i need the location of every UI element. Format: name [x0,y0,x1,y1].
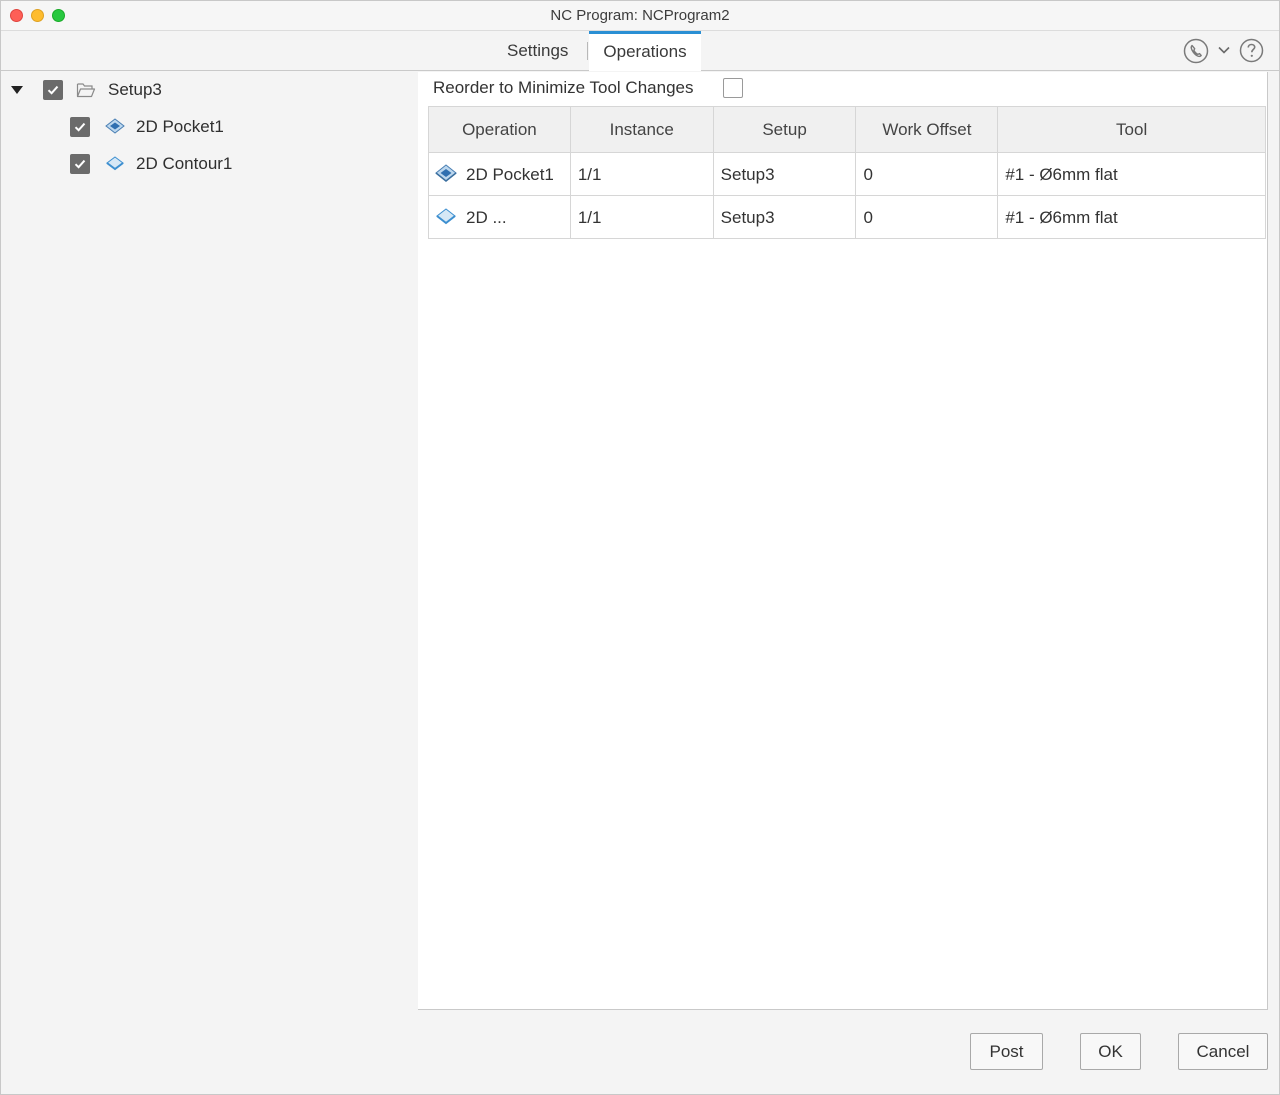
contour-icon [106,156,124,171]
work-offset-cell[interactable]: 0 [856,196,999,239]
instance-cell[interactable]: 1/1 [570,153,714,196]
column-header-work-offset[interactable]: Work Offset [856,107,999,153]
tool-cell[interactable]: #1 - Ø6mm flat [998,153,1266,196]
caret-down-icon[interactable] [10,83,24,97]
tool-cell[interactable]: #1 - Ø6mm flat [998,196,1266,239]
reorder-label: Reorder to Minimize Tool Changes [433,78,694,97]
checkmark-icon [74,122,86,132]
checkmark-icon [47,85,59,95]
help-icon[interactable] [1239,38,1264,63]
reorder-checkbox[interactable] [723,78,743,98]
column-header-tool[interactable]: Tool [998,107,1266,153]
post-button[interactable]: Post [970,1033,1043,1070]
tree-item-label: 2D Pocket1 [136,117,224,136]
instance-cell[interactable]: 1/1 [570,196,714,239]
operation-cell[interactable]: 2D ... [429,196,571,239]
tab-divider [587,42,588,60]
tree-item-2d-pocket1[interactable]: 2D Pocket1 [70,112,224,142]
table-row[interactable]: 2D Pocket1 1/1 Setup3 0 #1 - Ø6mm flat [429,153,1266,196]
pocket1-checkbox[interactable] [70,117,90,137]
tree-item-2d-contour1[interactable]: 2D Contour1 [70,149,232,179]
contour1-checkbox[interactable] [70,154,90,174]
title-bar: NC Program: NCProgram2 [1,1,1279,31]
phone-icon[interactable] [1183,38,1209,64]
pocket-icon [435,164,457,182]
tree-item-setup3[interactable]: Setup3 [10,75,162,105]
operation-name: 2D ... [466,207,507,227]
setup-cell[interactable]: Setup3 [713,196,857,239]
operations-table: Operation Instance Setup Work Offset Too… [428,106,1266,239]
operations-tree: Setup3 2D Pocket1 2D Contour1 [4,72,418,1010]
column-header-setup[interactable]: Setup [713,107,857,153]
pocket-icon [105,118,125,134]
column-header-instance[interactable]: Instance [570,107,714,153]
operations-panel: Reorder to Minimize Tool Changes Operati… [418,72,1268,1010]
contour-icon [436,208,456,225]
tab-operations[interactable]: Operations [589,31,701,71]
operation-cell[interactable]: 2D Pocket1 [429,153,571,196]
tab-bar: Settings Operations [1,31,1279,71]
operation-name: 2D Pocket1 [466,164,554,184]
chevron-down-icon[interactable] [1217,43,1231,57]
dialog-footer: Post OK Cancel [1,1010,1279,1094]
tree-item-label: Setup3 [108,80,162,99]
setup-cell[interactable]: Setup3 [713,153,857,196]
checkmark-icon [74,159,86,169]
work-offset-cell[interactable]: 0 [856,153,999,196]
tree-item-label: 2D Contour1 [136,154,233,173]
column-header-operation[interactable]: Operation [429,107,571,153]
tab-settings[interactable]: Settings [507,31,568,71]
table-header-row: Operation Instance Setup Work Offset Too… [429,107,1266,153]
cancel-button[interactable]: Cancel [1178,1033,1268,1070]
nc-program-dialog: NC Program: NCProgram2 Settings Operatio… [0,0,1280,1095]
table-row[interactable]: 2D ... 1/1 Setup3 0 #1 - Ø6mm flat [429,196,1266,239]
ok-button[interactable]: OK [1080,1033,1141,1070]
window-title: NC Program: NCProgram2 [550,7,730,24]
setup3-checkbox[interactable] [43,80,63,100]
folder-icon [76,83,96,98]
